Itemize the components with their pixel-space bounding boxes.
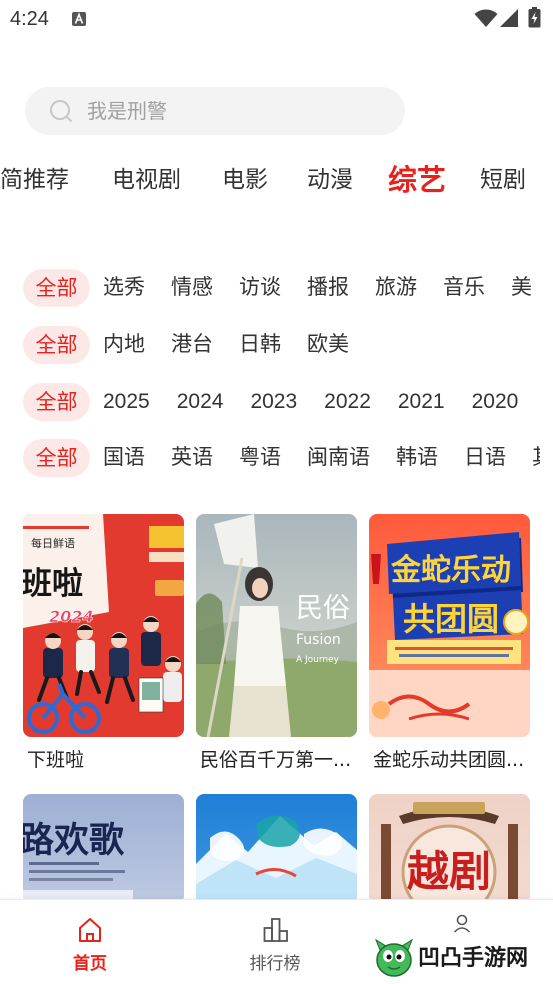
- tab-movies[interactable]: 电影: [222, 163, 268, 197]
- poster-text: 每日鲜语: [31, 536, 75, 550]
- filter-option[interactable]: 2025: [103, 383, 150, 421]
- filter-row-genre: 全部 选秀 情感 访谈 播报 旅游 音乐 美: [0, 269, 540, 307]
- filter-option[interactable]: 日语: [464, 439, 506, 477]
- tab-short-drama[interactable]: 短剧: [480, 163, 526, 197]
- poster-image: [196, 794, 357, 904]
- filter-option[interactable]: 2021: [398, 383, 445, 421]
- filter-row-region: 全部 内地 港台 日韩 欧美: [0, 326, 540, 364]
- nav-home-label: 首页: [73, 954, 107, 974]
- filter-option[interactable]: 其: [532, 439, 540, 477]
- show-card[interactable]: 越剧: [369, 794, 530, 904]
- profile-icon: [453, 914, 471, 933]
- tab-anime[interactable]: 动漫: [307, 163, 353, 197]
- show-title[interactable]: 金蛇乐动共团圆...: [373, 748, 524, 772]
- nav-ranking-label: 排行榜: [249, 954, 301, 974]
- show-title[interactable]: 下班啦: [27, 748, 84, 772]
- ranking-icon: [263, 918, 288, 942]
- show-card[interactable]: 路欢歌: [23, 794, 184, 904]
- filter-option[interactable]: 选秀: [103, 269, 145, 307]
- nav-ranking[interactable]: 排行榜: [215, 900, 335, 984]
- status-bar: 4:24: [0, 0, 553, 38]
- filter-option[interactable]: 英语: [171, 439, 213, 477]
- filter-option[interactable]: 旅游: [375, 269, 417, 307]
- text-notification-icon: [72, 12, 86, 26]
- filter-row-language: 全部 国语 英语 粤语 闽南语 韩语 日语 其: [0, 439, 540, 477]
- search-icon: [50, 100, 72, 122]
- show-card[interactable]: 金蛇乐动 共团圆: [369, 514, 530, 737]
- filter-option[interactable]: 音乐: [443, 269, 485, 307]
- filter-option[interactable]: 情感: [171, 269, 213, 307]
- filter-option[interactable]: 内地: [103, 326, 145, 364]
- filter-option[interactable]: 2023: [250, 383, 297, 421]
- watermark-text: 凹凸手游网: [418, 946, 529, 971]
- poster-image: 每日鲜语 班啦 2024: [23, 514, 184, 737]
- poster-image: 越剧: [369, 794, 530, 904]
- poster-text: 班啦: [23, 566, 83, 602]
- filter-option[interactable]: 港台: [171, 326, 213, 364]
- show-title[interactable]: 民俗百千万第一...: [200, 748, 351, 772]
- nav-home[interactable]: 首页: [30, 900, 150, 984]
- filter-option[interactable]: 韩语: [396, 439, 438, 477]
- search-input[interactable]: [87, 87, 387, 135]
- home-icon: [79, 918, 101, 942]
- tab-variety[interactable]: 综艺: [388, 163, 446, 197]
- filter-option[interactable]: 欧美: [307, 326, 349, 364]
- poster-text: 民俗: [296, 593, 350, 624]
- filter-option[interactable]: 日韩: [239, 326, 281, 364]
- filter-row-year: 全部 2025 2024 2023 2022 2021 2020: [0, 383, 540, 421]
- filter-option[interactable]: 2020: [472, 383, 519, 421]
- filter-option[interactable]: 美: [511, 269, 532, 307]
- filter-all-pill[interactable]: 全部: [23, 439, 90, 477]
- show-card[interactable]: 民俗 Fusion A Journey: [196, 514, 357, 737]
- watermark-logo: 凹凸手游网: [372, 936, 542, 982]
- poster-text: A Journey: [296, 655, 340, 665]
- show-card[interactable]: 每日鲜语 班啦 2024: [23, 514, 184, 737]
- filter-option[interactable]: 访谈: [239, 269, 281, 307]
- filter-option[interactable]: 国语: [103, 439, 145, 477]
- filter-all-pill[interactable]: 全部: [23, 326, 90, 364]
- poster-text: 共团圆: [403, 600, 499, 638]
- poster-text: 越剧: [407, 847, 491, 896]
- filter-option[interactable]: 闽南语: [307, 439, 370, 477]
- poster-image: 金蛇乐动 共团圆: [369, 514, 530, 737]
- filter-all-pill[interactable]: 全部: [23, 269, 90, 307]
- poster-text: 金蛇乐动: [390, 553, 511, 588]
- poster-text: Fusion: [296, 632, 341, 648]
- cellular-signal-icon: [500, 9, 518, 27]
- filter-option[interactable]: 2022: [324, 383, 371, 421]
- tab-tv-series[interactable]: 电视剧: [112, 163, 181, 197]
- poster-image: 民俗 Fusion A Journey: [196, 514, 357, 737]
- filter-option[interactable]: 播报: [307, 269, 349, 307]
- tab-recommend[interactable]: 简推荐: [0, 163, 69, 197]
- battery-charging-icon: [528, 7, 541, 28]
- mascot-icon: [374, 938, 414, 977]
- search-bar[interactable]: [25, 87, 405, 135]
- filter-option[interactable]: 粤语: [239, 439, 281, 477]
- poster-image: 路欢歌: [23, 794, 184, 904]
- show-card[interactable]: [196, 794, 357, 904]
- filter-all-pill[interactable]: 全部: [23, 383, 90, 421]
- status-time: 4:24: [10, 8, 49, 30]
- filter-option[interactable]: 2024: [177, 383, 224, 421]
- wifi-icon: [474, 9, 498, 27]
- poster-text: 2024: [49, 607, 94, 626]
- poster-text: 路欢歌: [23, 821, 125, 861]
